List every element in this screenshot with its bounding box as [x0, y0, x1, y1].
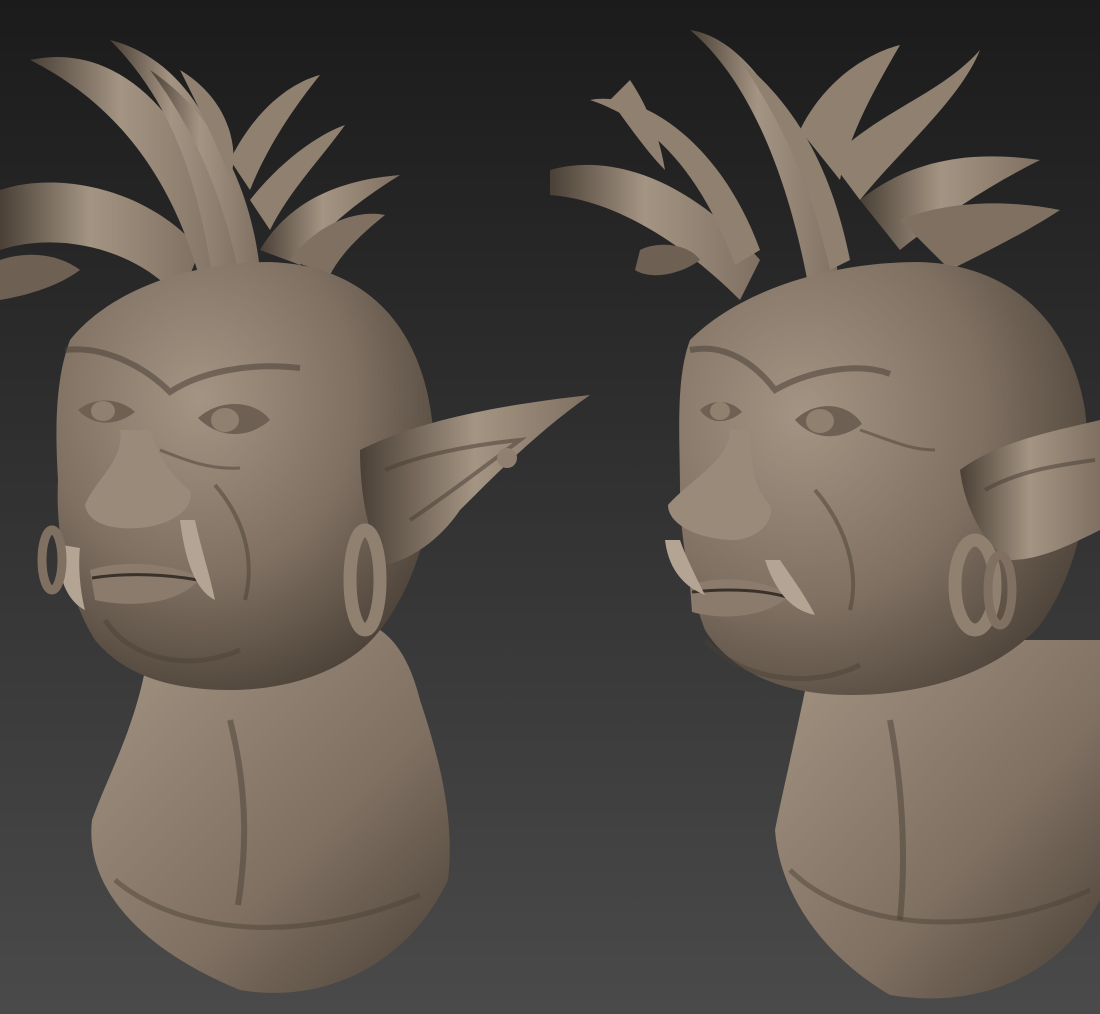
viewport-canvas[interactable]	[0, 0, 1100, 1014]
ear-stud	[497, 448, 517, 468]
zbrush-viewport[interactable]	[0, 0, 1100, 1014]
